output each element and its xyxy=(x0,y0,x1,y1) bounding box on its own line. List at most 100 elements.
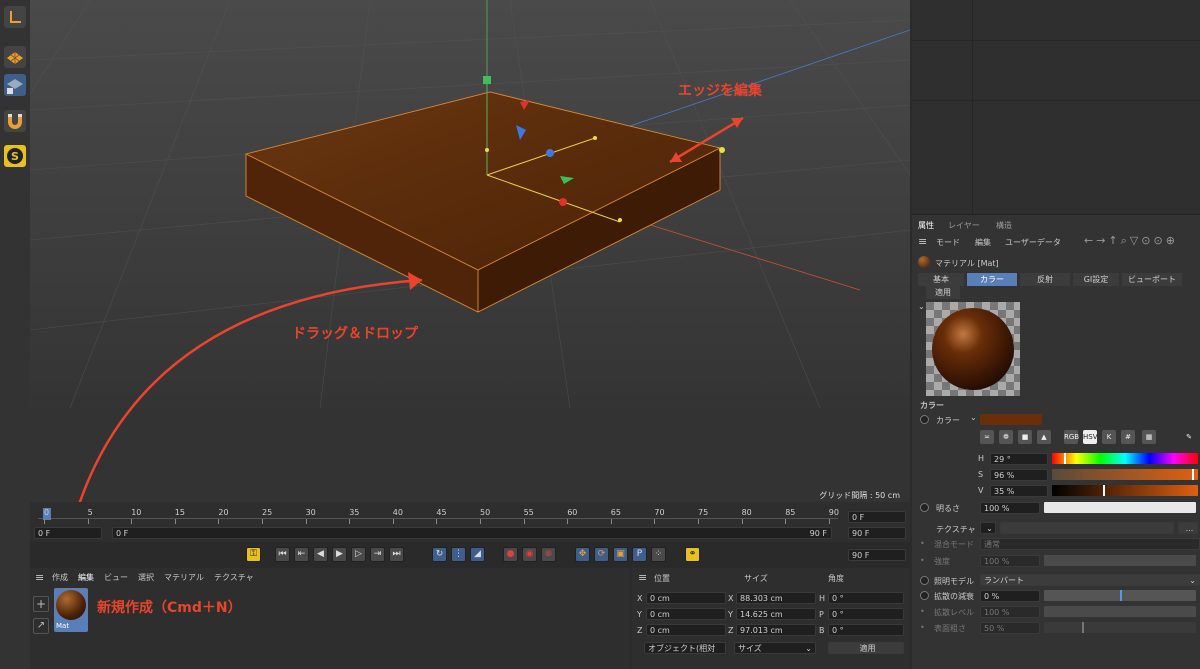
point-level-button[interactable]: ⁘ xyxy=(651,547,666,562)
record-button[interactable]: ● xyxy=(503,547,518,562)
picker-tool-icon[interactable]: ■ xyxy=(1018,430,1032,444)
strength-slider[interactable] xyxy=(1044,555,1196,566)
scheme-button[interactable]: ⚭ xyxy=(685,547,700,562)
texture-field[interactable] xyxy=(1000,522,1174,534)
material-menu-item[interactable]: マテリアル xyxy=(164,572,204,583)
diffuse-falloff-radio[interactable] xyxy=(920,591,929,600)
hsv-slider[interactable] xyxy=(1052,485,1198,496)
color-radio[interactable] xyxy=(920,415,929,424)
auto-key-button[interactable]: ◉ xyxy=(522,547,537,562)
strength-field[interactable]: 100 % xyxy=(980,555,1040,567)
material-menu-item[interactable]: 選択 xyxy=(138,572,154,583)
go-to-start-button[interactable]: ⏮ xyxy=(275,547,290,562)
position-field[interactable]: 0 cm xyxy=(646,608,726,620)
diffuse-level-field[interactable]: 100 % xyxy=(980,606,1040,618)
scale-key-button[interactable]: ▣ xyxy=(613,547,628,562)
axis-tool-button[interactable] xyxy=(4,6,26,28)
play-button[interactable]: ▶ xyxy=(332,547,347,562)
size-field[interactable]: 88.303 cm xyxy=(736,592,816,604)
coordinate-mode-select[interactable]: オブジェクト(相対 xyxy=(644,642,726,654)
material-preview[interactable] xyxy=(926,302,1020,396)
record-keys-button[interactable]: ⚿ xyxy=(246,547,261,562)
material-tab[interactable]: 基本 xyxy=(918,273,964,286)
picker-mode-button[interactable]: # xyxy=(1121,430,1135,444)
snap-button[interactable] xyxy=(4,110,26,132)
roughness-field[interactable]: 50 % xyxy=(980,622,1040,634)
panel-tab[interactable]: 構造 xyxy=(996,220,1012,231)
material-tab[interactable]: カラー xyxy=(967,273,1017,286)
illum-model-select[interactable]: ランバート ⌄ xyxy=(980,574,1200,586)
link-icon[interactable]: ↗ xyxy=(33,618,49,634)
hsv-slider[interactable] xyxy=(1052,469,1198,480)
parameter-key-button[interactable]: P xyxy=(632,547,647,562)
brightness-field[interactable]: 100 % xyxy=(980,502,1040,514)
hsv-value-field[interactable]: 96 % xyxy=(990,469,1048,481)
material-menu-item[interactable]: 作成 xyxy=(52,572,68,583)
material-tab[interactable]: ビューポート xyxy=(1122,273,1182,286)
apply-button[interactable]: 適用 xyxy=(828,642,904,654)
color-expand-chevron-icon[interactable]: ⌄ xyxy=(970,413,977,422)
texture-more-button[interactable]: ... xyxy=(1178,522,1198,534)
material-thumbnail[interactable]: Mat xyxy=(54,588,88,632)
panel-tab[interactable]: レイヤー xyxy=(948,220,980,231)
rotation-field[interactable]: 0 ° xyxy=(828,592,904,604)
next-key-button[interactable]: ⇥ xyxy=(370,547,385,562)
workplane-button[interactable] xyxy=(4,46,26,68)
brightness-slider[interactable] xyxy=(1044,502,1196,513)
size-field[interactable]: 14.625 cm xyxy=(736,608,816,620)
add-material-icon[interactable]: + xyxy=(33,596,49,612)
picker-mode-button[interactable]: RGB xyxy=(1064,430,1079,444)
material-tab[interactable]: GI設定 xyxy=(1073,273,1119,286)
locked-workplane-button[interactable] xyxy=(4,74,26,96)
attributes-menu-item[interactable]: 編集 xyxy=(975,237,991,248)
hsv-slider[interactable] xyxy=(1052,453,1198,464)
start-frame-field[interactable]: 0 F xyxy=(34,527,102,539)
diffuse-falloff-field[interactable]: 0 % xyxy=(980,590,1040,602)
size-mode-select[interactable]: サイズ ⌄ xyxy=(734,642,816,654)
soft-selection-button[interactable]: S xyxy=(4,145,26,167)
hsv-value-field[interactable]: 29 ° xyxy=(990,453,1048,465)
keyframe-selection-button[interactable]: ⊛ xyxy=(541,547,556,562)
panel-tab[interactable]: 属性 xyxy=(918,220,934,231)
loop-button[interactable]: ↻ xyxy=(432,547,447,562)
material-menu-item[interactable]: ビュー xyxy=(104,572,128,583)
current-frame-field[interactable]: 0 F xyxy=(848,511,906,523)
keyframe-mode-button[interactable]: ⋮ xyxy=(451,547,466,562)
end-frame-field[interactable]: 90 F xyxy=(848,527,906,539)
tab-apply[interactable]: 適用 xyxy=(926,286,960,299)
picker-mode-button[interactable]: K xyxy=(1102,430,1116,444)
color-swatch[interactable] xyxy=(980,414,1042,425)
roughness-slider[interactable] xyxy=(1044,622,1196,633)
material-tab[interactable]: 反射 xyxy=(1020,273,1070,286)
picker-tool-icon[interactable]: ≍ xyxy=(980,430,994,444)
timeline-ruler[interactable] xyxy=(38,518,838,524)
illum-model-radio[interactable] xyxy=(920,576,929,585)
blend-mode-select[interactable]: 通常 xyxy=(980,538,1200,550)
eyedropper-icon[interactable]: ✎ xyxy=(1182,430,1196,444)
next-frame-button[interactable]: ▷ xyxy=(351,547,366,562)
rotation-field[interactable]: 0 ° xyxy=(828,624,904,636)
collapse-chevron-icon[interactable]: ⌄ xyxy=(918,302,925,311)
nav-icons[interactable]: ←→↑⌕▽⊙⊙⊕ xyxy=(1084,234,1178,248)
3d-viewport[interactable]: エッジを編集 ドラッグ＆ドロップ グリッド間隔 : 50 cm xyxy=(30,0,910,502)
position-key-button[interactable]: ✥ xyxy=(575,547,590,562)
rotation-key-button[interactable]: ⟳ xyxy=(594,547,609,562)
swatch-grid-icon[interactable]: ▦ xyxy=(1142,430,1156,444)
size-field[interactable]: 97.013 cm xyxy=(736,624,816,636)
go-to-end-button[interactable]: ⏭ xyxy=(389,547,404,562)
prev-key-button[interactable]: ⇤ xyxy=(294,547,309,562)
picker-tool-icon[interactable]: ❁ xyxy=(999,430,1013,444)
frame-range-slider[interactable]: 0 F 90 F xyxy=(112,527,832,539)
texture-dropdown[interactable]: ⌄ xyxy=(980,522,996,534)
hsv-slider-knob[interactable] xyxy=(1063,453,1066,464)
hamburger-icon[interactable]: ≡ xyxy=(35,571,44,584)
hsv-slider-knob[interactable] xyxy=(1103,485,1106,496)
picker-mode-button[interactable]: HSV xyxy=(1083,430,1098,444)
material-menu-item[interactable]: 編集 xyxy=(78,572,94,583)
prev-frame-button[interactable]: ◀ xyxy=(313,547,328,562)
material-menu-item[interactable]: テクスチャ xyxy=(214,572,254,583)
sound-button[interactable]: ◢ xyxy=(470,547,485,562)
position-field[interactable]: 0 cm xyxy=(646,592,726,604)
attr-hamburger-icon[interactable]: ≡ xyxy=(918,235,927,248)
hsv-slider-knob[interactable] xyxy=(1192,469,1195,480)
